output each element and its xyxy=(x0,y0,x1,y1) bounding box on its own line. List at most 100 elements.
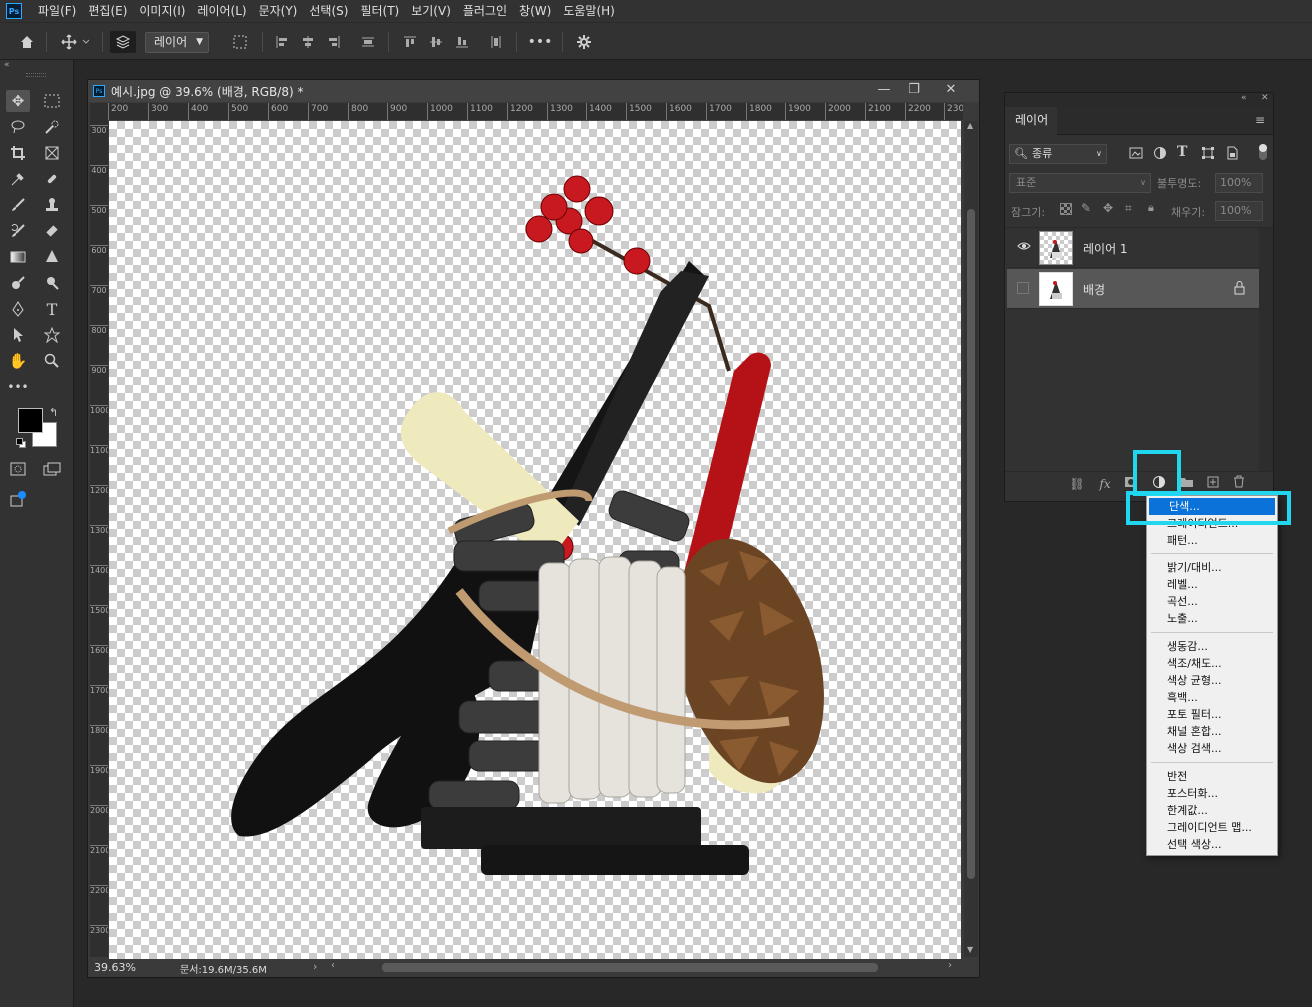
lock-position-icon[interactable]: ✥ xyxy=(1103,201,1113,215)
menu-image[interactable]: 이미지(I) xyxy=(133,0,191,22)
pen-tool-icon[interactable] xyxy=(6,298,30,320)
panel-header[interactable]: « ✕ xyxy=(1005,93,1273,107)
eraser-tool-icon[interactable] xyxy=(40,220,64,242)
default-colors-icon[interactable] xyxy=(16,438,26,448)
status-menu-chevron-icon[interactable]: › xyxy=(313,960,317,973)
swap-colors-icon[interactable]: ↰ xyxy=(49,406,58,419)
collapse-panel-icon[interactable]: « xyxy=(1241,93,1247,103)
transform-controls-icon[interactable] xyxy=(228,31,252,53)
eyedropper-tool-icon[interactable] xyxy=(6,168,30,190)
menu-item-posterize[interactable]: 포스터화... xyxy=(1147,785,1277,802)
document-tab[interactable]: Ps 예시.jpg @ 39.6% (배경, RGB/8) * — ❐ ✕ xyxy=(88,80,979,102)
minimize-icon[interactable]: — xyxy=(869,80,899,100)
menu-plugins[interactable]: 플러그인 xyxy=(457,0,513,22)
menu-item-black-white[interactable]: 흑백... xyxy=(1147,689,1277,706)
marquee-tool-icon[interactable] xyxy=(40,90,64,112)
menu-item-photo-filter[interactable]: 포토 필터... xyxy=(1147,706,1277,723)
history-brush-tool-icon[interactable] xyxy=(6,220,30,242)
layer-list-scrollbar[interactable] xyxy=(1259,228,1273,472)
align-middle-icon[interactable] xyxy=(426,31,446,53)
fill-input[interactable]: 100% xyxy=(1215,201,1263,221)
filter-pixel-icon[interactable] xyxy=(1129,146,1143,160)
filter-shape-icon[interactable] xyxy=(1201,146,1215,160)
move-tool-icon[interactable]: ✥ xyxy=(6,90,30,112)
menu-item-exposure[interactable]: 노출... xyxy=(1147,610,1277,627)
menu-file[interactable]: 파일(F) xyxy=(32,0,82,22)
healing-brush-tool-icon[interactable] xyxy=(40,168,64,190)
zoom-level[interactable]: 39.63% xyxy=(94,961,136,974)
scroll-down-icon[interactable]: ▼ xyxy=(967,945,973,954)
lock-all-icon[interactable]: 🔒︎ xyxy=(1148,201,1154,215)
menu-type[interactable]: 문자(Y) xyxy=(253,0,304,22)
gradient-tool-icon[interactable] xyxy=(6,246,30,268)
panel-menu-icon[interactable]: ≡ xyxy=(1255,113,1265,127)
share-icon[interactable] xyxy=(6,488,30,510)
menu-layer[interactable]: 레이어(L) xyxy=(191,0,252,22)
align-left-icon[interactable] xyxy=(272,31,292,53)
filter-kind-dropdown[interactable]: 🔍︎ 종류 ∨ xyxy=(1009,144,1107,164)
menu-item-curves[interactable]: 곡선... xyxy=(1147,593,1277,610)
layer-row-layer1[interactable]: 레이어 1 xyxy=(1007,228,1259,268)
tab-layers[interactable]: 레이어 xyxy=(1005,107,1057,135)
filter-smart-object-icon[interactable] xyxy=(1225,146,1239,160)
filter-toggle[interactable] xyxy=(1259,144,1269,162)
panel-grip[interactable] xyxy=(26,73,46,77)
align-right-icon[interactable] xyxy=(324,31,344,53)
lasso-tool-icon[interactable] xyxy=(6,116,30,138)
blend-mode-dropdown[interactable]: 표준 ∨ xyxy=(1009,173,1151,193)
eye-icon[interactable] xyxy=(1017,240,1031,255)
visibility-toggle-empty[interactable] xyxy=(1017,282,1029,294)
horizontal-ruler[interactable]: 200 300 400 500 600 700 800 900 1000 110… xyxy=(108,103,963,121)
clone-stamp-tool-icon[interactable] xyxy=(40,194,64,216)
hand-tool-icon[interactable]: ✋ xyxy=(6,350,30,372)
foreground-color-swatch[interactable] xyxy=(18,408,43,433)
align-bottom-icon[interactable] xyxy=(452,31,472,53)
link-layers-icon[interactable]: ⛓︎ xyxy=(1067,475,1087,493)
dodge-tool-icon[interactable] xyxy=(6,272,30,294)
move-tool-preset-icon[interactable] xyxy=(56,31,96,53)
menu-item-hue-saturation[interactable]: 색조/채도... xyxy=(1147,655,1277,672)
menu-view[interactable]: 보기(V) xyxy=(405,0,457,22)
screen-mode-icon[interactable] xyxy=(40,458,64,480)
quick-selection-tool-icon[interactable] xyxy=(40,116,64,138)
align-center-icon[interactable] xyxy=(298,31,318,53)
blur-tool-icon[interactable] xyxy=(40,246,64,268)
opacity-input[interactable]: 100% xyxy=(1215,173,1263,193)
custom-shape-tool-icon[interactable] xyxy=(40,324,64,346)
menu-item-color-balance[interactable]: 색상 균형... xyxy=(1147,672,1277,689)
fx-icon[interactable]: fx xyxy=(1095,475,1115,493)
brush-tool-icon[interactable] xyxy=(6,194,30,216)
scroll-left-icon[interactable]: ‹ xyxy=(331,960,335,971)
horizontal-scroll-thumb[interactable] xyxy=(382,963,878,972)
filter-adjustment-icon[interactable] xyxy=(1153,146,1167,160)
lock-artboard-icon[interactable]: ⌗ xyxy=(1125,201,1132,216)
menu-item-gradient-map[interactable]: 그레이디언트 맵... xyxy=(1147,819,1277,836)
canvas[interactable] xyxy=(109,121,961,959)
burn-tool-icon[interactable] xyxy=(40,272,64,294)
menu-item-threshold[interactable]: 한계값... xyxy=(1147,802,1277,819)
gear-icon[interactable] xyxy=(572,31,596,53)
menu-item-pattern[interactable]: 패턴... xyxy=(1147,532,1277,549)
scroll-right-icon[interactable]: › xyxy=(948,960,952,971)
crop-tool-icon[interactable] xyxy=(6,142,30,164)
edit-toolbar-icon[interactable]: ••• xyxy=(6,376,30,398)
menu-help[interactable]: 도움말(H) xyxy=(557,0,621,22)
layer-select-dropdown[interactable]: 레이어 ▼ xyxy=(145,32,209,53)
align-top-icon[interactable] xyxy=(400,31,420,53)
auto-select-layers-icon[interactable] xyxy=(110,31,136,53)
filter-type-icon[interactable]: T xyxy=(1177,144,1187,160)
more-options-icon[interactable]: ••• xyxy=(528,31,553,53)
menu-select[interactable]: 선택(S) xyxy=(303,0,354,22)
layer-row-background[interactable]: 배경 xyxy=(1007,269,1259,309)
scroll-up-icon[interactable]: ▲ xyxy=(967,121,973,130)
menu-window[interactable]: 창(W) xyxy=(513,0,557,22)
vertical-scrollbar[interactable]: ▲ ▼ xyxy=(964,121,978,957)
ruler-origin[interactable] xyxy=(90,103,108,121)
lock-transparent-icon[interactable] xyxy=(1060,203,1072,215)
vertical-scroll-thumb[interactable] xyxy=(967,209,975,879)
menu-filter[interactable]: 필터(T) xyxy=(354,0,405,22)
frame-tool-icon[interactable] xyxy=(40,142,64,164)
menu-item-vibrance[interactable]: 생동감... xyxy=(1147,638,1277,655)
path-selection-tool-icon[interactable] xyxy=(6,324,30,346)
close-icon[interactable]: ✕ xyxy=(936,80,966,100)
